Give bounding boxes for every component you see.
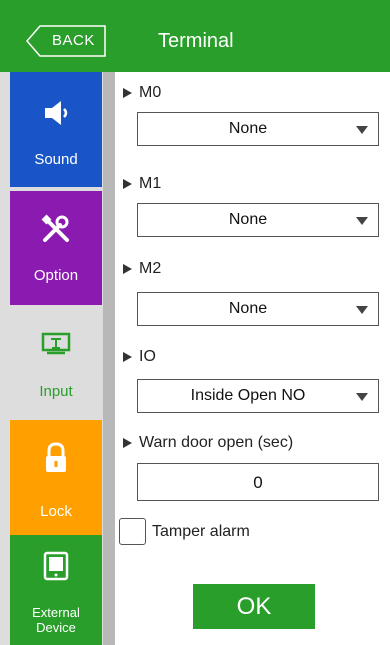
m1-select[interactable]: None [137, 203, 379, 237]
tamper-alarm-label: Tamper alarm [152, 522, 250, 540]
sidebar-item-input-label: Input [39, 383, 73, 400]
monitor-input-icon [10, 331, 102, 357]
page-title: Terminal [158, 30, 234, 52]
sidebar-item-input[interactable]: Input [10, 305, 102, 420]
lock-icon [10, 442, 102, 474]
warn-door-open-input[interactable]: 0 [137, 463, 379, 501]
expand-arrow-icon [123, 88, 132, 98]
m1-label-text: M1 [139, 175, 162, 192]
sidebar-item-lock[interactable]: Lock [10, 420, 102, 535]
m2-select[interactable]: None [137, 292, 379, 326]
m2-label-text: M2 [139, 260, 162, 277]
expand-arrow-icon [123, 179, 132, 189]
sidebar-item-external-device-label: External Device [32, 605, 80, 635]
m1-section-label: M1 [123, 175, 161, 193]
warn-door-section-label: Warn door open (sec) [123, 434, 293, 452]
m0-select-value: None [228, 120, 268, 137]
dropdown-arrow-icon [356, 217, 368, 225]
m2-section-label: M2 [123, 260, 161, 278]
m2-select-value: None [228, 300, 268, 317]
dropdown-arrow-icon [356, 393, 368, 401]
ok-button[interactable]: OK [193, 584, 315, 629]
io-section-label: IO [123, 348, 156, 366]
tools-icon [10, 213, 102, 245]
speaker-icon [10, 98, 102, 128]
expand-arrow-icon [123, 264, 132, 274]
io-select-value: Inside Open NO [190, 387, 306, 404]
sidebar-scroll-gutter [103, 72, 115, 645]
input-settings-form: M0 None M1 None M2 None IO Inside Open N… [115, 72, 390, 645]
sidebar-item-sound-label: Sound [34, 151, 78, 168]
tamper-alarm-checkbox[interactable]: Tamper alarm [119, 518, 250, 545]
dropdown-arrow-icon [356, 126, 368, 134]
dropdown-arrow-icon [356, 306, 368, 314]
warn-door-open-value: 0 [253, 473, 263, 492]
io-select[interactable]: Inside Open NO [137, 379, 379, 413]
sidebar-item-lock-label: Lock [40, 503, 72, 520]
warn-door-label-text: Warn door open (sec) [139, 434, 294, 451]
expand-arrow-icon [123, 438, 132, 448]
sidebar: Sound Option Input Lock External Device [0, 72, 115, 645]
io-label-text: IO [139, 348, 156, 365]
sidebar-item-sound[interactable]: Sound [10, 72, 102, 187]
back-button-label: BACK [52, 32, 95, 49]
m0-select[interactable]: None [137, 112, 379, 146]
device-icon [10, 551, 102, 581]
checkbox-box[interactable] [119, 518, 146, 545]
sidebar-item-external-device[interactable]: External Device [10, 535, 102, 645]
sidebar-item-option-label: Option [33, 267, 79, 284]
back-button[interactable]: BACK [26, 25, 106, 57]
sidebar-item-option[interactable]: Option [10, 191, 102, 306]
m0-section-label: M0 [123, 84, 161, 102]
expand-arrow-icon [123, 352, 132, 362]
m1-select-value: None [228, 211, 268, 228]
m0-label-text: M0 [139, 84, 162, 101]
header-bar: BACK Terminal [0, 0, 390, 72]
